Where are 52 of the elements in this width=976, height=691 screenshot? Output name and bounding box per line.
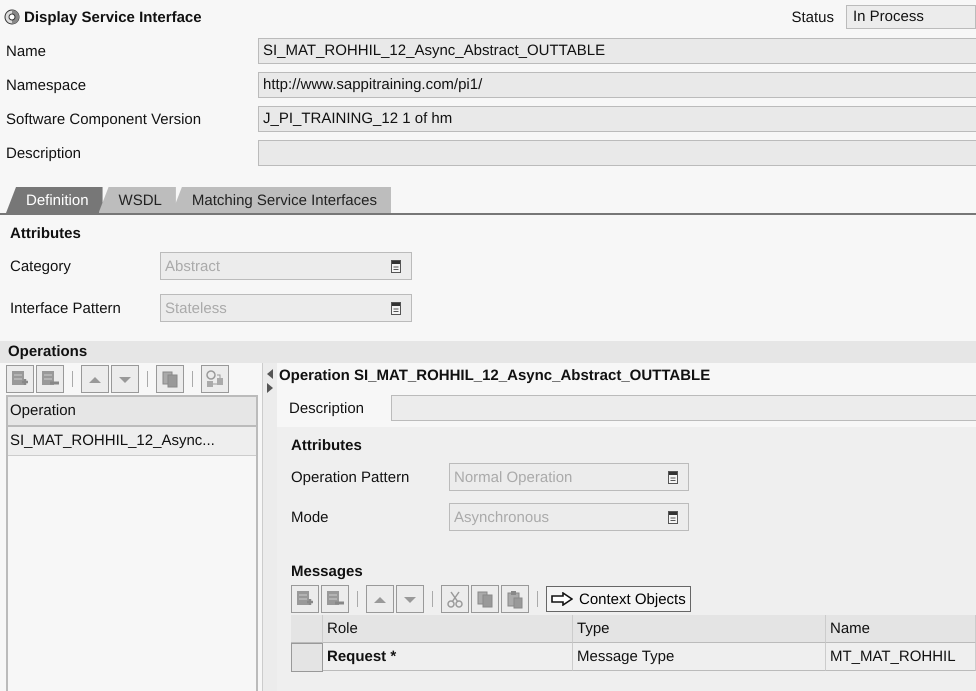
service-interface-icon <box>4 9 20 25</box>
field-label: Mode <box>291 508 330 526</box>
table-cell: Message Type <box>573 643 826 671</box>
move-down-icon[interactable] <box>396 585 424 613</box>
move-up-icon[interactable] <box>81 365 109 393</box>
copy-icon[interactable] <box>156 365 184 393</box>
section-heading: Attributes <box>10 224 82 244</box>
table-corner <box>291 615 323 643</box>
section-heading: Operations <box>0 341 976 363</box>
mapping-icon[interactable] <box>201 365 229 393</box>
move-down-icon[interactable] <box>111 365 139 393</box>
text-field[interactable]: J_PI_TRAINING_12 1 of hm <box>258 106 976 132</box>
column-header: Role <box>323 615 573 643</box>
section-heading: Messages <box>291 562 364 582</box>
text-field[interactable]: SI_MAT_ROHHIL_12_Async_Abstract_OUTTABLE <box>258 38 976 64</box>
copy-icon[interactable] <box>471 585 499 613</box>
paste-icon[interactable] <box>501 585 529 613</box>
field-label: Namespace <box>6 76 88 94</box>
column-header: Name <box>826 615 976 643</box>
scissors-icon[interactable] <box>441 585 469 613</box>
text-field[interactable]: http://www.sappitraining.com/pi1/ <box>258 72 976 98</box>
table-row[interactable]: SI_MAT_ROHHIL_12_Async... <box>8 427 256 456</box>
column-header: Operation <box>8 397 256 427</box>
expand-right-icon[interactable] <box>267 383 273 393</box>
status-field: In Process <box>846 5 976 29</box>
row-selector[interactable] <box>291 643 323 672</box>
arrow-icon <box>551 592 573 606</box>
field-label: Category <box>10 258 72 274</box>
table-cell: MT_MAT_ROHHIL <box>826 643 976 671</box>
move-up-icon[interactable] <box>366 585 394 613</box>
remove-row-icon[interactable] <box>36 365 64 393</box>
tab[interactable]: Definition <box>6 187 103 213</box>
text-field[interactable] <box>391 395 976 421</box>
add-row-icon[interactable] <box>6 365 34 393</box>
column-header: Type <box>573 615 826 643</box>
field-label: Description <box>6 144 82 162</box>
table-cell: Request * <box>323 643 573 671</box>
field-label: Description <box>289 400 366 416</box>
collapse-left-icon[interactable] <box>267 369 273 379</box>
tab[interactable]: WSDL <box>98 187 176 213</box>
status-label: Status <box>791 8 834 26</box>
section-heading: Attributes <box>291 436 363 456</box>
field-label: Operation Pattern <box>291 468 410 486</box>
remove-row-icon[interactable] <box>321 585 349 613</box>
field-label: Interface Pattern <box>10 300 122 316</box>
text-field[interactable] <box>258 140 976 166</box>
add-row-icon[interactable] <box>291 585 319 613</box>
page-title: Display Service Interface <box>24 8 202 26</box>
field-label: Name <box>6 42 48 60</box>
operation-title: Operation SI_MAT_ROHHIL_12_Async_Abstract_OUTTABLE <box>278 366 712 386</box>
context-objects-button[interactable]: Context Objects <box>546 586 691 612</box>
field-label: Software Component Version <box>6 110 202 128</box>
